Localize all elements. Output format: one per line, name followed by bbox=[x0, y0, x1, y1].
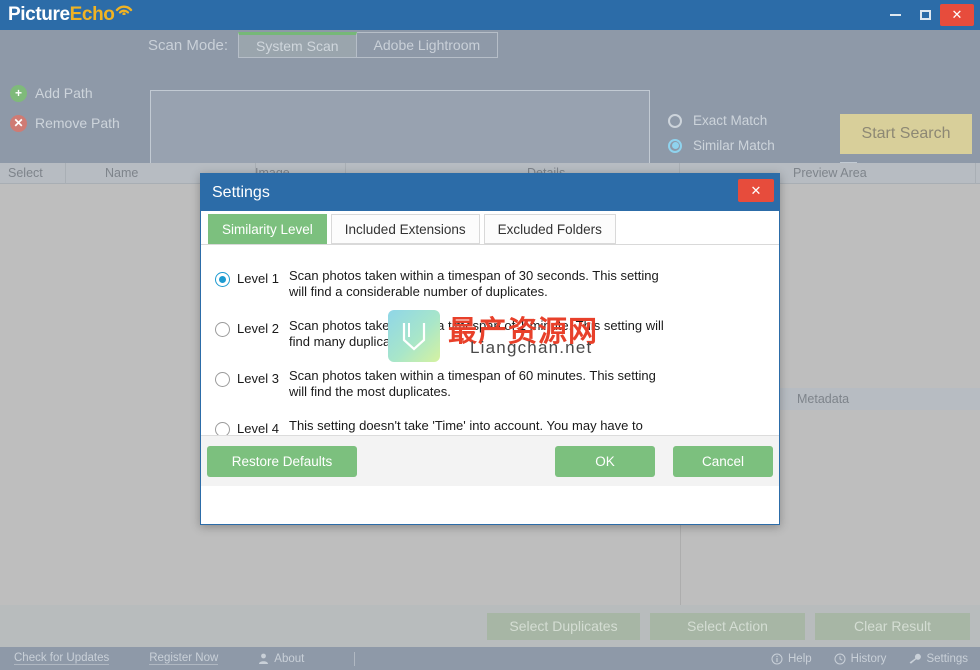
tab-included-extensions[interactable]: Included Extensions bbox=[330, 214, 480, 244]
application-window: Picture Echo ✕ Scan Mode: System Scan Ado… bbox=[0, 0, 980, 670]
info-circle-icon bbox=[771, 653, 783, 665]
scan-mode-label: Scan Mode: bbox=[148, 36, 229, 54]
scan-mode-row: Scan Mode: System Scan Adobe Lightroom bbox=[148, 30, 499, 60]
add-path-button[interactable]: + Add Path bbox=[10, 78, 140, 108]
help-label: Help bbox=[788, 652, 812, 665]
maximize-icon bbox=[919, 10, 931, 20]
preview-area-label: Preview Area bbox=[793, 166, 867, 180]
level-option-1[interactable]: Level 1 Scan photos taken within a times… bbox=[201, 261, 779, 310]
scan-mode-tabs: System Scan Adobe Lightroom bbox=[238, 32, 499, 58]
clear-result-button[interactable]: Clear Result bbox=[815, 612, 970, 640]
cancel-button[interactable]: Cancel bbox=[673, 445, 773, 477]
plus-circle-icon: + bbox=[10, 84, 27, 102]
radio-exact-match[interactable]: Exact Match bbox=[668, 108, 838, 133]
register-now-link[interactable]: Register Now bbox=[149, 652, 219, 665]
path-actions: + Add Path ✕ Remove Path bbox=[10, 78, 140, 138]
level-4-label: Level 4 bbox=[237, 421, 279, 436]
level-3-label: Level 3 bbox=[237, 371, 279, 386]
history-link[interactable]: History bbox=[834, 652, 887, 665]
wifi-arc-icon bbox=[116, 5, 133, 15]
app-logo: Picture Echo bbox=[8, 4, 133, 26]
tab-system-scan[interactable]: System Scan bbox=[238, 32, 357, 58]
action-bar: Select Duplicates Select Action Clear Re… bbox=[0, 605, 980, 647]
similar-match-label: Similar Match bbox=[693, 138, 775, 153]
level-2-description: Scan photos taken within a timespan of 1… bbox=[289, 318, 664, 349]
column-header-select[interactable]: Select bbox=[8, 166, 43, 180]
select-duplicates-button[interactable]: Select Duplicates bbox=[487, 612, 640, 640]
tab-similarity-level[interactable]: Similarity Level bbox=[208, 214, 327, 244]
logo-text-primary: Picture bbox=[8, 4, 70, 25]
radio-circle-selected-icon bbox=[668, 138, 682, 153]
check-for-updates-link[interactable]: Check for Updates bbox=[14, 652, 110, 665]
dialog-title: Settings bbox=[212, 183, 270, 201]
radio-similar-match[interactable]: Similar Match bbox=[668, 133, 838, 158]
level-3-description: Scan photos taken within a timespan of 6… bbox=[289, 368, 656, 399]
settings-label: Settings bbox=[926, 652, 968, 665]
clock-icon bbox=[834, 653, 846, 665]
level-option-3[interactable]: Level 3 Scan photos taken within a times… bbox=[201, 361, 779, 410]
dialog-close-button[interactable]: ✕ bbox=[738, 179, 774, 202]
status-bar: Check for Updates Register Now About Hel… bbox=[0, 647, 980, 670]
check-for-updates-label: Check for Updates bbox=[14, 652, 110, 665]
remove-path-button[interactable]: ✕ Remove Path bbox=[10, 108, 140, 138]
level-1-description: Scan photos taken within a timespan of 3… bbox=[289, 268, 659, 299]
start-search-button[interactable]: Start Search bbox=[840, 114, 972, 154]
level-option-2[interactable]: Level 2 Scan photos taken within a times… bbox=[201, 311, 779, 360]
settings-dialog: Settings ✕ Similarity Level Included Ext… bbox=[200, 173, 780, 525]
remove-path-label: Remove Path bbox=[35, 115, 120, 131]
status-separator bbox=[354, 651, 356, 666]
dialog-tabs: Similarity Level Included Extensions Exc… bbox=[201, 211, 779, 245]
restore-defaults-button[interactable]: Restore Defaults bbox=[207, 445, 357, 477]
column-divider[interactable] bbox=[65, 163, 66, 184]
dialog-footer: Restore Defaults OK Cancel bbox=[201, 435, 779, 486]
exact-match-label: Exact Match bbox=[693, 113, 768, 128]
close-button[interactable]: ✕ bbox=[940, 4, 974, 26]
column-header-name[interactable]: Name bbox=[105, 166, 138, 180]
radio-icon bbox=[215, 372, 230, 387]
tab-excluded-folders[interactable]: Excluded Folders bbox=[483, 214, 616, 244]
help-link[interactable]: Help bbox=[771, 653, 812, 665]
about-link[interactable]: About bbox=[258, 653, 304, 665]
select-action-button[interactable]: Select Action bbox=[650, 612, 805, 640]
radio-circle-icon bbox=[668, 113, 682, 128]
toolbar: Scan Mode: System Scan Adobe Lightroom +… bbox=[0, 30, 980, 182]
add-path-label: Add Path bbox=[35, 85, 93, 101]
logo-text-secondary: Echo bbox=[69, 4, 115, 25]
history-label: History bbox=[850, 652, 887, 665]
tab-adobe-lightroom[interactable]: Adobe Lightroom bbox=[356, 32, 499, 58]
dialog-title-bar: Settings ✕ bbox=[201, 174, 779, 211]
settings-link[interactable]: Settings bbox=[908, 653, 968, 665]
maximize-button[interactable] bbox=[910, 0, 940, 30]
level-1-label: Level 1 bbox=[237, 271, 279, 286]
level-2-label: Level 2 bbox=[237, 321, 279, 336]
about-label: About bbox=[274, 652, 305, 665]
x-circle-icon: ✕ bbox=[10, 114, 27, 132]
minimize-icon bbox=[889, 14, 901, 16]
radio-icon bbox=[215, 322, 230, 337]
window-controls: ✕ bbox=[880, 0, 980, 30]
register-now-label: Register Now bbox=[149, 652, 219, 665]
ok-button[interactable]: OK bbox=[555, 445, 655, 477]
column-divider[interactable] bbox=[975, 163, 976, 184]
radio-selected-icon bbox=[215, 272, 230, 287]
metadata-label: Metadata bbox=[797, 392, 850, 406]
minimize-button[interactable] bbox=[880, 0, 910, 30]
wrench-icon bbox=[908, 653, 922, 665]
person-icon bbox=[258, 653, 269, 664]
title-bar: Picture Echo ✕ bbox=[0, 0, 980, 30]
dialog-body: Level 1 Scan photos taken within a times… bbox=[201, 245, 779, 486]
